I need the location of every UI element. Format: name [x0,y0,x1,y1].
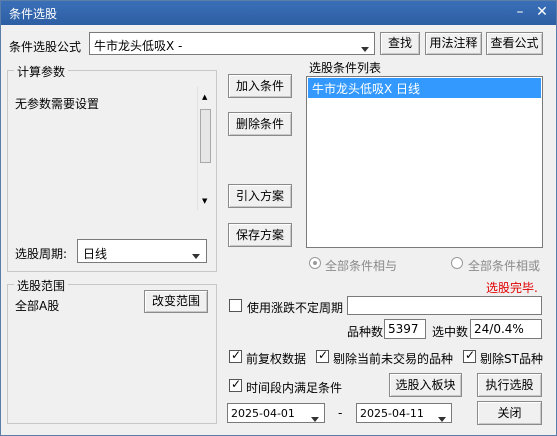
calc-params-title: 计算参数 [14,63,69,80]
scroll-down-icon[interactable]: ▼ [202,197,207,205]
add-to-block-button[interactable]: 选股入板块 [389,373,462,397]
period-select-value: 日线 [83,247,108,261]
all-and-label: 全部条件相与 [325,259,398,273]
condition-list-label: 选股条件列表 [309,61,382,75]
chevron-down-icon [361,41,369,55]
all-or-radio[interactable] [451,257,463,269]
exclude-st-checkbox[interactable] [463,348,476,363]
time-range-label: 时间段内满足条件 [246,381,343,395]
params-text: 无参数需要设置 [15,97,100,111]
status-text: 选股完毕. [486,281,538,295]
uncertain-period-label: 使用涨跌不定周期 [247,301,344,315]
usage-notes-button[interactable]: 用法注释 [425,32,482,55]
close-window-button[interactable]: ✕ [533,3,551,21]
uncertain-period-input[interactable] [347,296,542,315]
condition-stock-selection-window: 条件选股 – ✕ 条件选股公式 牛市龙头低吸X - 查找 用法注释 查看公式 计… [0,0,557,436]
all-or-label: 全部条件相或 [468,259,541,273]
change-range-button[interactable]: 改变范围 [144,290,208,313]
start-date-value: 2025-04-01 [231,407,295,420]
import-plan-button[interactable]: 引入方案 [228,184,292,208]
selected-value: 24/0.4% [470,319,542,339]
start-date-picker[interactable]: 2025-04-01 [227,403,325,423]
time-range-checkbox[interactable] [229,377,242,392]
scrollbar-thumb[interactable] [200,109,211,163]
pre-adjust-checkbox[interactable] [229,348,242,363]
exclude-untraded-checkbox[interactable] [316,348,329,363]
count-value: 5397 [384,319,426,339]
range-title: 选股范围 [14,277,69,294]
title-bar: 条件选股 – ✕ [1,1,556,25]
view-formula-button[interactable]: 查看公式 [486,32,543,55]
list-item[interactable]: 牛市龙头低吸X 日线 [308,78,541,98]
exclude-st-label: 剔除ST品种 [480,352,543,366]
save-plan-button[interactable]: 保存方案 [228,223,292,247]
params-scrollbar[interactable]: ▲ ▼ [197,87,212,210]
delete-condition-button[interactable]: 删除条件 [228,112,292,136]
count-label: 品种数 [347,325,384,339]
execute-button[interactable]: 执行选股 [477,373,542,397]
close-button[interactable]: 关闭 [477,401,542,425]
minimize-button[interactable]: – [511,3,529,21]
end-date-picker[interactable]: 2025-04-11 [356,403,452,423]
period-select[interactable]: 日线 [77,239,207,263]
add-condition-button[interactable]: 加入条件 [228,74,292,98]
condition-list[interactable]: 牛市龙头低吸X 日线 [306,76,543,248]
window-title: 条件选股 [9,7,58,21]
range-value: 全部A股 [15,299,60,313]
chevron-down-icon [438,411,446,425]
formula-select[interactable]: 牛市龙头低吸X - [89,32,375,55]
formula-select-value: 牛市龙头低吸X - [94,39,183,53]
find-button[interactable]: 查找 [380,32,420,55]
pre-adjust-label: 前复权数据 [246,352,307,366]
exclude-untraded-label: 剔除当前未交易的品种 [333,352,454,366]
scroll-up-icon[interactable]: ▲ [202,93,207,101]
end-date-value: 2025-04-11 [360,407,424,420]
uncertain-period-checkbox[interactable] [229,299,242,312]
formula-label: 条件选股公式 [9,40,82,54]
chevron-down-icon [192,248,200,262]
period-label: 选股周期: [15,247,68,261]
selected-label: 选中数 [432,325,469,339]
date-separator: - [338,406,343,420]
all-and-radio[interactable] [309,257,321,269]
chevron-down-icon [311,411,319,425]
